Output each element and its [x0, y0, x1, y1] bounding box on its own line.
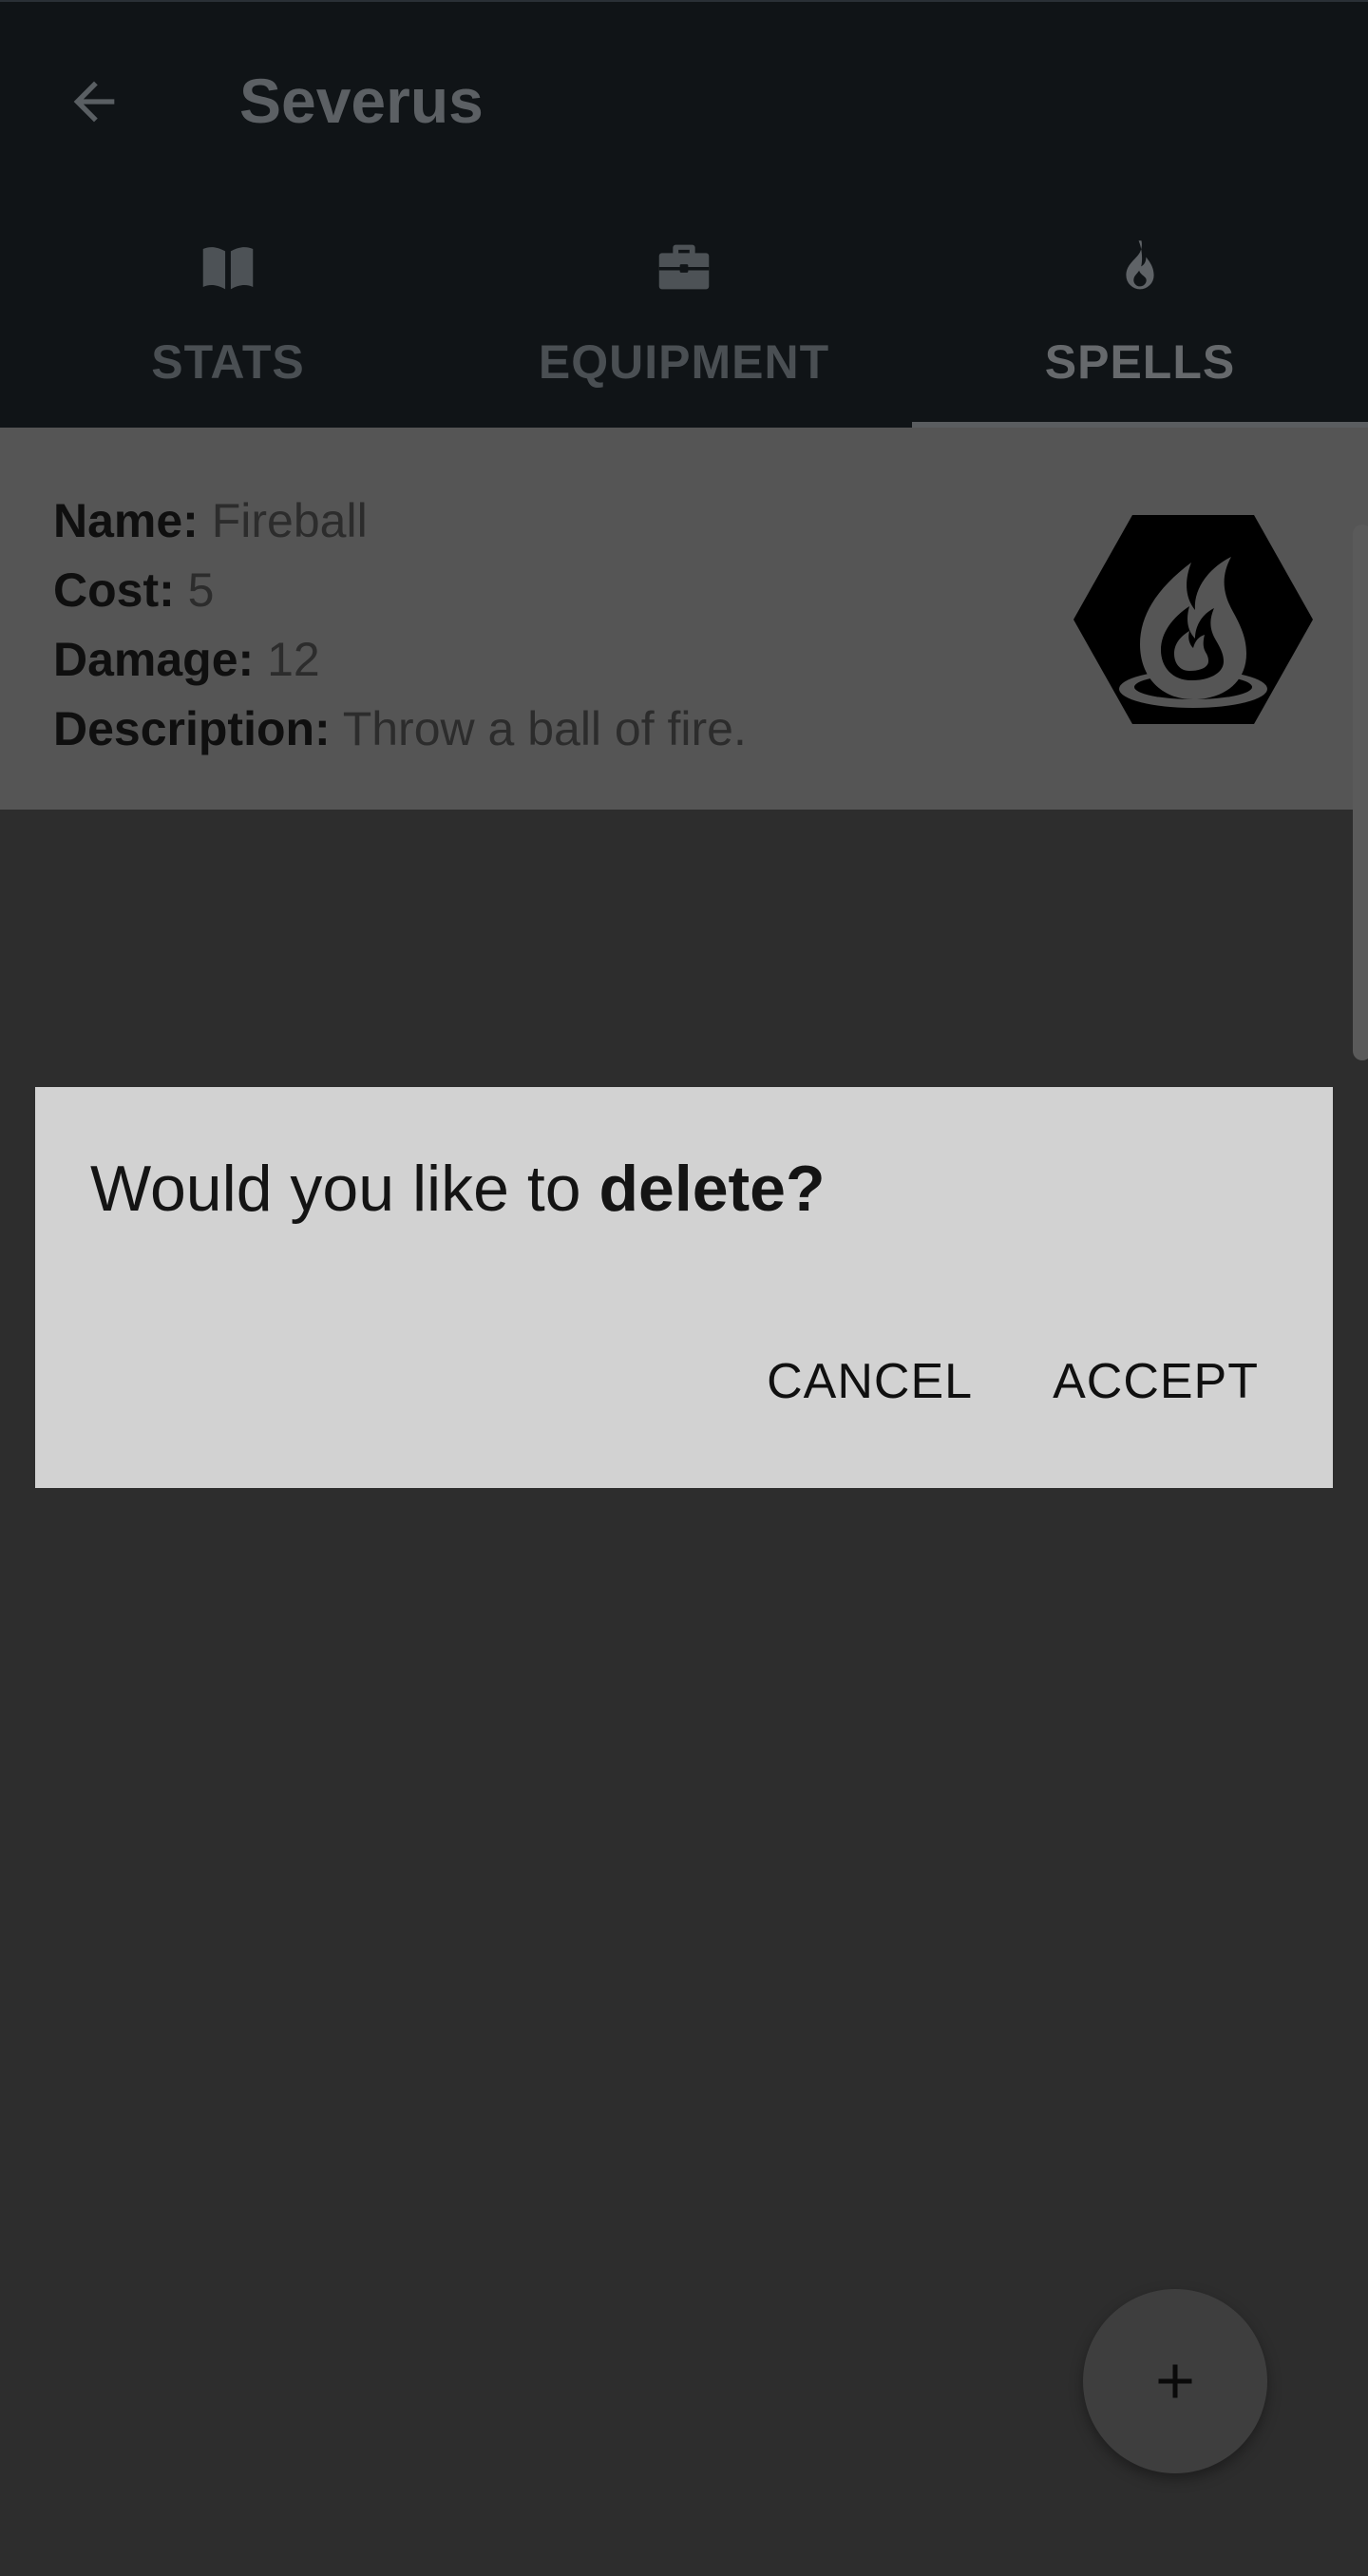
flame-icon [1126, 240, 1154, 290]
add-spell-button[interactable] [1083, 2289, 1267, 2473]
dialog-message: Would you like to delete? [90, 1152, 826, 1226]
dialog-message-emphasis: delete? [598, 1153, 826, 1225]
app-screen: Severus STATS EQUIPMENT SPELLS Name: Fir… [0, 0, 1368, 2576]
fireball-hexagon-icon [1074, 515, 1313, 724]
tab-spells-label: SPELLS [1044, 335, 1236, 389]
tab-stats[interactable]: STATS [0, 211, 456, 429]
spell-description-value: Throw a ball of fire. [342, 702, 747, 755]
tab-stats-label: STATS [151, 335, 305, 389]
spell-cost-row: Cost: 5 [53, 556, 747, 625]
app-bar: Severus STATS EQUIPMENT SPELLS [0, 0, 1368, 429]
delete-confirm-dialog: Would you like to delete? CANCEL ACCEPT [35, 1087, 1333, 1488]
book-icon [202, 247, 254, 290]
tab-bar: STATS EQUIPMENT SPELLS [0, 211, 1368, 429]
cancel-button[interactable]: CANCEL [767, 1353, 973, 1410]
plus-icon [1158, 2364, 1192, 2398]
tab-spells[interactable]: SPELLS [912, 211, 1368, 429]
spell-cost-key: Cost: [53, 563, 175, 617]
spell-damage-value: 12 [267, 633, 320, 686]
dialog-message-prefix: Would you like to [90, 1153, 599, 1225]
scrollbar-handle[interactable] [1353, 525, 1368, 1060]
spell-name-key: Name: [53, 494, 199, 547]
spell-damage-row: Damage: 12 [53, 625, 747, 695]
dialog-actions: CANCEL ACCEPT [767, 1353, 1259, 1410]
page-title: Severus [239, 66, 484, 136]
spell-cost-value: 5 [187, 563, 215, 617]
accept-button[interactable]: ACCEPT [1053, 1353, 1259, 1410]
spell-name-row: Name: Fireball [53, 487, 747, 556]
spell-card[interactable]: Name: Fireball Cost: 5 Damage: 12 Descri… [0, 428, 1368, 810]
spell-details: Name: Fireball Cost: 5 Damage: 12 Descri… [53, 487, 747, 764]
back-button[interactable] [51, 59, 137, 144]
tab-equipment[interactable]: EQUIPMENT [456, 211, 912, 429]
briefcase-icon [658, 244, 710, 290]
tab-equipment-label: EQUIPMENT [538, 335, 830, 389]
spell-name-value: Fireball [211, 494, 368, 547]
spell-description-row: Description: Throw a ball of fire. [53, 695, 747, 764]
arrow-left-icon [73, 81, 115, 123]
spell-description-key: Description: [53, 702, 331, 755]
spell-damage-key: Damage: [53, 633, 255, 686]
